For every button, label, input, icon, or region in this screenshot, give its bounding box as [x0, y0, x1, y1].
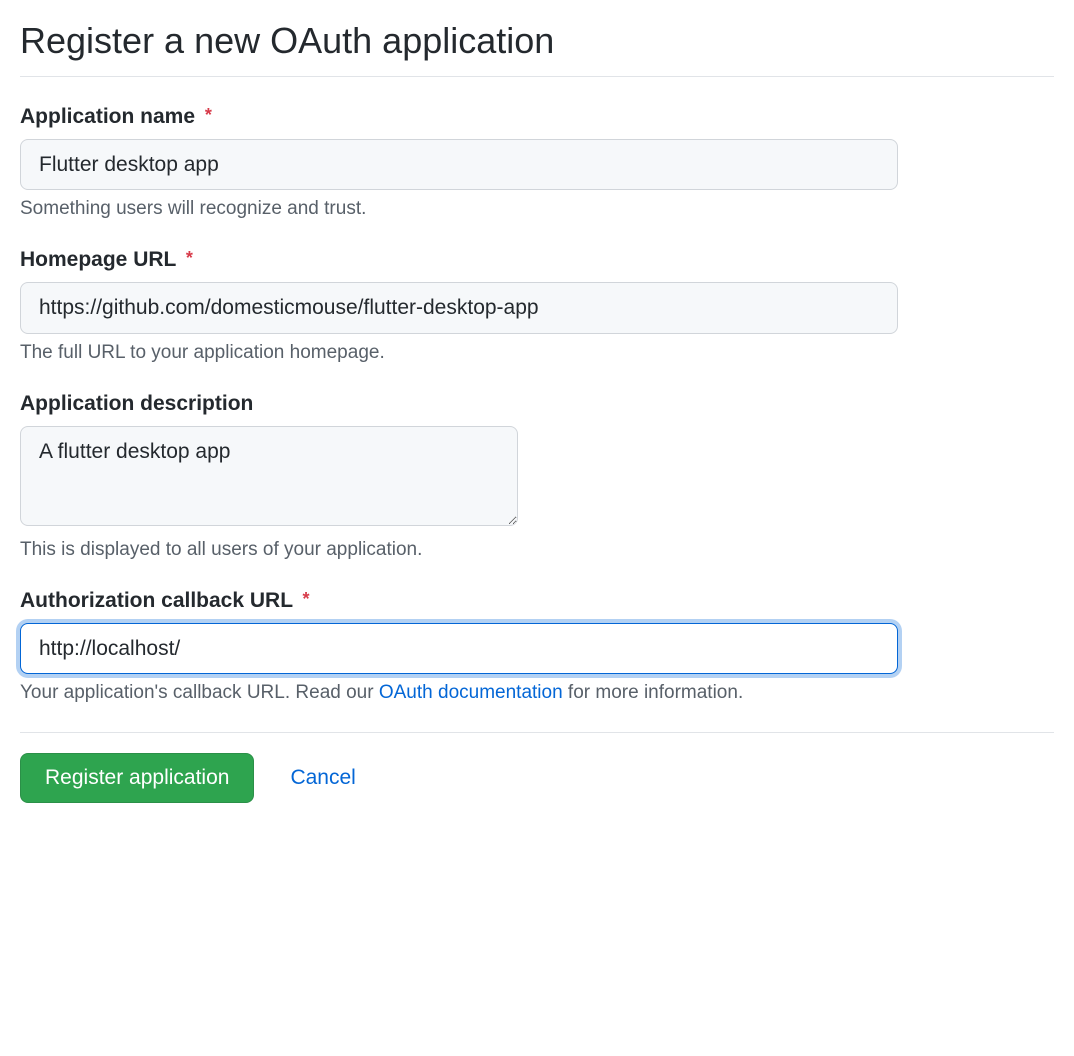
required-asterisk-icon: *	[186, 248, 193, 268]
required-asterisk-icon: *	[205, 105, 212, 125]
description-help: This is displayed to all users of your a…	[20, 539, 1054, 561]
callback-url-help: Your application's callback URL. Read ou…	[20, 682, 1054, 704]
app-name-label: Application name *	[20, 105, 1054, 129]
page-title: Register a new OAuth application	[20, 20, 1054, 77]
homepage-url-label: Homepage URL *	[20, 248, 1054, 272]
description-textarea[interactable]	[20, 426, 518, 526]
register-button[interactable]: Register application	[20, 753, 254, 803]
callback-url-input[interactable]	[20, 623, 898, 674]
oauth-docs-link[interactable]: OAuth documentation	[379, 682, 563, 703]
callback-url-group: Authorization callback URL * Your applic…	[20, 589, 1054, 704]
callback-help-suffix: for more information.	[563, 682, 744, 703]
app-name-help: Something users will recognize and trust…	[20, 198, 1054, 220]
app-name-label-text: Application name	[20, 105, 195, 128]
form-actions: Register application Cancel	[20, 732, 1054, 803]
oauth-form: Application name * Something users will …	[20, 105, 1054, 803]
description-group: Application description This is displaye…	[20, 392, 1054, 561]
description-label-text: Application description	[20, 392, 253, 415]
callback-help-prefix: Your application's callback URL. Read ou…	[20, 682, 379, 703]
homepage-url-group: Homepage URL * The full URL to your appl…	[20, 248, 1054, 363]
callback-url-label: Authorization callback URL *	[20, 589, 1054, 613]
cancel-button[interactable]: Cancel	[290, 766, 355, 790]
description-label: Application description	[20, 392, 1054, 416]
app-name-input[interactable]	[20, 139, 898, 190]
app-name-group: Application name * Something users will …	[20, 105, 1054, 220]
homepage-url-help: The full URL to your application homepag…	[20, 342, 1054, 364]
required-asterisk-icon: *	[303, 589, 310, 609]
callback-url-label-text: Authorization callback URL	[20, 589, 293, 612]
homepage-url-input[interactable]	[20, 282, 898, 333]
homepage-url-label-text: Homepage URL	[20, 248, 176, 271]
